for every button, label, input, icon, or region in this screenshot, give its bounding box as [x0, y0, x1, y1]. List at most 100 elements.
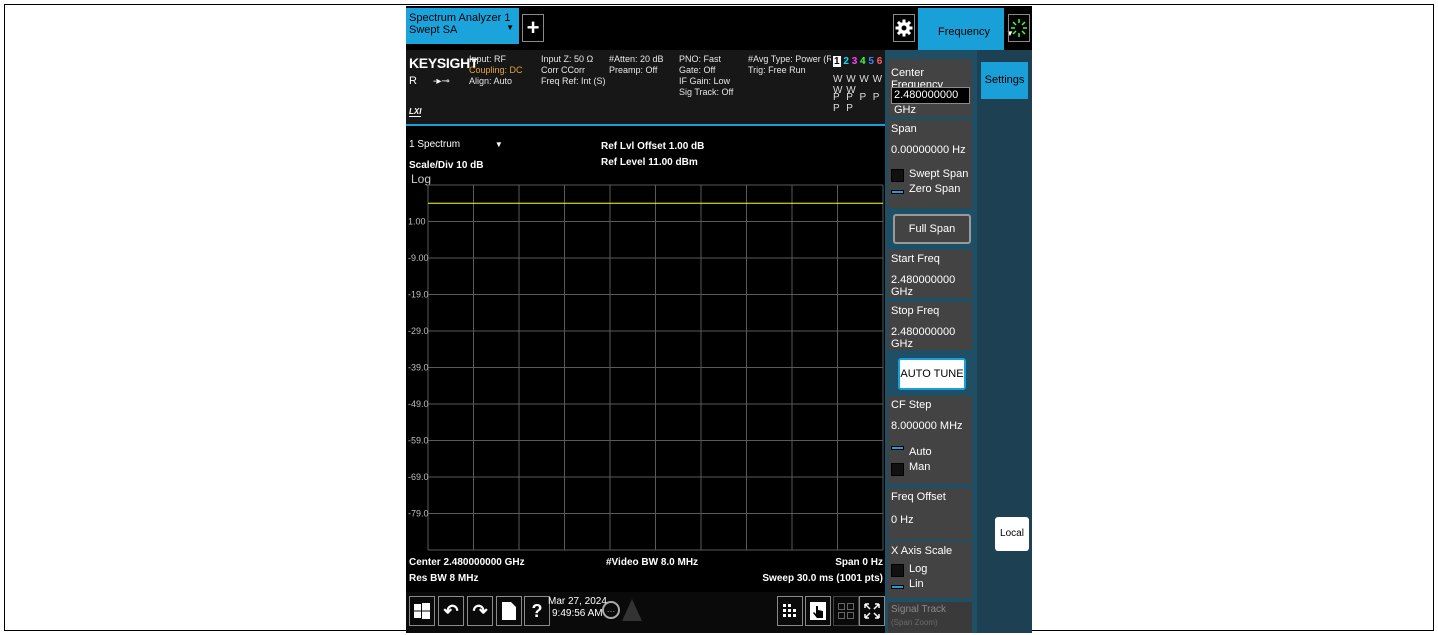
- stop-freq-value: 2.480000000 GHz: [891, 326, 956, 350]
- maximize-icon[interactable]: [859, 596, 885, 626]
- file-icon[interactable]: [496, 596, 522, 626]
- trace-number: 5: [868, 56, 874, 67]
- local-button[interactable]: Local: [995, 517, 1029, 551]
- status-gate: Gate: Off: [679, 65, 716, 75]
- start-freq-value: 2.480000000 GHz: [891, 274, 956, 298]
- man-label: Man: [909, 461, 931, 473]
- y-tick-label: -9.00: [408, 253, 429, 263]
- y-tick-label: -59.0: [408, 436, 429, 446]
- window-tile-icon[interactable]: [833, 596, 859, 626]
- add-screen-button[interactable]: +: [522, 14, 544, 42]
- y-tick-label: -19.0: [408, 290, 429, 300]
- y-tick-label: -29.0: [408, 326, 429, 336]
- trace-number: 2: [843, 56, 849, 67]
- gear-icon[interactable]: [893, 14, 915, 42]
- video-bw-readout: #Video BW 8.0 MHz: [606, 557, 699, 568]
- center-frequency-key[interactable]: Center Frequency 2.480000000 GHz: [888, 59, 972, 117]
- menu-frequency[interactable]: Frequency ▼: [918, 8, 1014, 52]
- status-corr: Corr CCorr: [541, 65, 585, 75]
- freq-offset-key[interactable]: Freq Offset 0 Hz: [888, 488, 972, 540]
- signal-track-key[interactable]: Signal Track (Span Zoom): [888, 602, 972, 633]
- chat-icon[interactable]: …: [602, 601, 620, 619]
- status-pno-group: PNO: Fast Gate: Off IF Gain: Low Sig Tra…: [679, 54, 733, 98]
- full-span-button[interactable]: Full Span: [893, 214, 971, 244]
- status-input-group: Input: RF Coupling: DC Align: Auto: [469, 54, 523, 87]
- y-tick-label: -49.0: [408, 399, 429, 409]
- dropdown-arrow-icon: ▼: [506, 23, 514, 32]
- sweep-readout: Sweep 30.0 ms (1001 pts): [762, 573, 883, 584]
- radio-auto[interactable]: [891, 446, 904, 450]
- trace-number: 3: [851, 56, 858, 67]
- keysight-logo: KEYSIGHT: [409, 55, 479, 71]
- status-align: Align: Auto: [469, 76, 513, 86]
- cf-step-value: 8.000000 MHz: [891, 420, 963, 432]
- touch-icon[interactable]: [805, 596, 831, 626]
- status-sig-track: Sig Track: Off: [679, 87, 734, 97]
- analyzer-app: Spectrum Analyzer 1 Swept SA ▼ + Frequen…: [406, 6, 1032, 633]
- grid-layout-icon[interactable]: [777, 596, 803, 626]
- clock: Mar 27, 2024 9:49:56 AM: [548, 596, 607, 620]
- screen-tab-mode: Swept SA: [409, 24, 458, 36]
- stop-freq-key[interactable]: Stop Freq 2.480000000 GHz: [888, 302, 972, 350]
- cf-step-key[interactable]: CF Step 8.000000 MHz Auto Man: [888, 396, 972, 484]
- radio-man[interactable]: [891, 463, 904, 476]
- key-sublabel: (Span Zoom): [891, 618, 938, 627]
- radio-lin[interactable]: [891, 585, 904, 589]
- radio-log[interactable]: [891, 564, 904, 577]
- y-tick-label: -79.0: [408, 509, 429, 519]
- clock-time: 9:49:56 AM: [552, 608, 603, 619]
- status-bar: KEYSIGHT R -▸⊸ LXI Input: RF Coupling: D…: [406, 50, 885, 124]
- trace-detectors: P P P P P P: [833, 92, 882, 114]
- help-button[interactable]: ?: [524, 596, 550, 626]
- span-value: 0.00000000 Hz: [891, 144, 966, 156]
- status-preamp: Preamp: Off: [609, 65, 658, 75]
- y-tick-label: -69.0: [408, 472, 429, 482]
- status-freq-ref: Freq Ref: Int (S): [541, 76, 606, 86]
- zero-span-label: Zero Span: [909, 183, 961, 195]
- center-frequency-input[interactable]: 2.480000000 GHz: [891, 87, 970, 116]
- status-coupling: Coupling: DC: [469, 65, 523, 75]
- status-atten-group: #Atten: 20 dB Preamp: Off: [609, 54, 664, 76]
- remote-indicator: R: [409, 75, 417, 87]
- span-readout: Span 0 Hz: [835, 557, 883, 568]
- tab-settings[interactable]: Settings: [981, 62, 1028, 99]
- menu-tabs: Settings Local: [977, 50, 1032, 633]
- redo-icon[interactable]: ↷: [467, 596, 493, 626]
- clock-date: Mar 27, 2024: [548, 596, 607, 607]
- trace-indicators: 1 2 3 4 5 6: [833, 56, 882, 67]
- trace-number: 1: [833, 56, 841, 67]
- auto-tune-button[interactable]: AUTO TUNE: [898, 358, 966, 390]
- start-freq-key[interactable]: Start Freq 2.480000000 GHz: [888, 250, 972, 298]
- key-label: Stop Freq: [891, 305, 940, 317]
- freq-offset-value: 0 Hz: [891, 514, 914, 526]
- status-input-z: Input Z: 50 Ω: [541, 54, 594, 64]
- y-tick-label: 1.00: [408, 217, 426, 227]
- status-input: Input: RF: [469, 54, 507, 64]
- auto-label: Auto: [909, 446, 932, 458]
- radio-zero-span[interactable]: [891, 190, 904, 194]
- screen-tab-spectrum-analyzer[interactable]: Spectrum Analyzer 1 Swept SA ▼: [406, 8, 519, 44]
- screen-tab-title: Spectrum Analyzer 1: [409, 12, 511, 24]
- spectrum-window[interactable]: 1 Spectrum ▼ Scale/Div 10 dB Log Ref Lvl…: [406, 124, 885, 592]
- triangle-icon[interactable]: [622, 599, 642, 621]
- key-label: Freq Offset: [891, 491, 946, 503]
- spectrum-graticule: 1.00 -9.00 -19.0 -29.0 -39.0 -49.0 -59.0 -69.0 -…: [408, 184, 884, 551]
- key-label: X Axis Scale: [891, 545, 953, 557]
- status-atten: #Atten: 20 dB: [609, 54, 664, 64]
- windows-icon[interactable]: [409, 596, 435, 626]
- status-if-gain: IF Gain: Low: [679, 76, 731, 86]
- y-tick-label: -39.0: [408, 363, 429, 373]
- undo-icon[interactable]: ↶: [438, 596, 464, 626]
- status-inputz-group: Input Z: 50 Ω Corr CCorr Freq Ref: Int (…: [541, 54, 606, 87]
- span-key[interactable]: Span 0.00000000 Hz Swept Span Zero Span: [888, 120, 972, 208]
- radio-swept-span[interactable]: [891, 169, 904, 182]
- key-label: Start Freq: [891, 253, 940, 265]
- center-frequency-readout: Center 2.480000000 GHz: [409, 557, 525, 568]
- lin-label: Lin: [909, 578, 924, 590]
- status-avg-type: #Avg Type: Power (RMS): [748, 54, 831, 64]
- status-avg-group: #Avg Type: Power (RMS) Trig: Free Run: [748, 54, 831, 76]
- key-label: Span: [891, 123, 917, 135]
- x-axis-scale-key[interactable]: X Axis Scale Log Lin: [888, 542, 972, 598]
- status-trig: Trig: Free Run: [748, 65, 806, 75]
- plug-icon: -▸⊸: [433, 76, 450, 87]
